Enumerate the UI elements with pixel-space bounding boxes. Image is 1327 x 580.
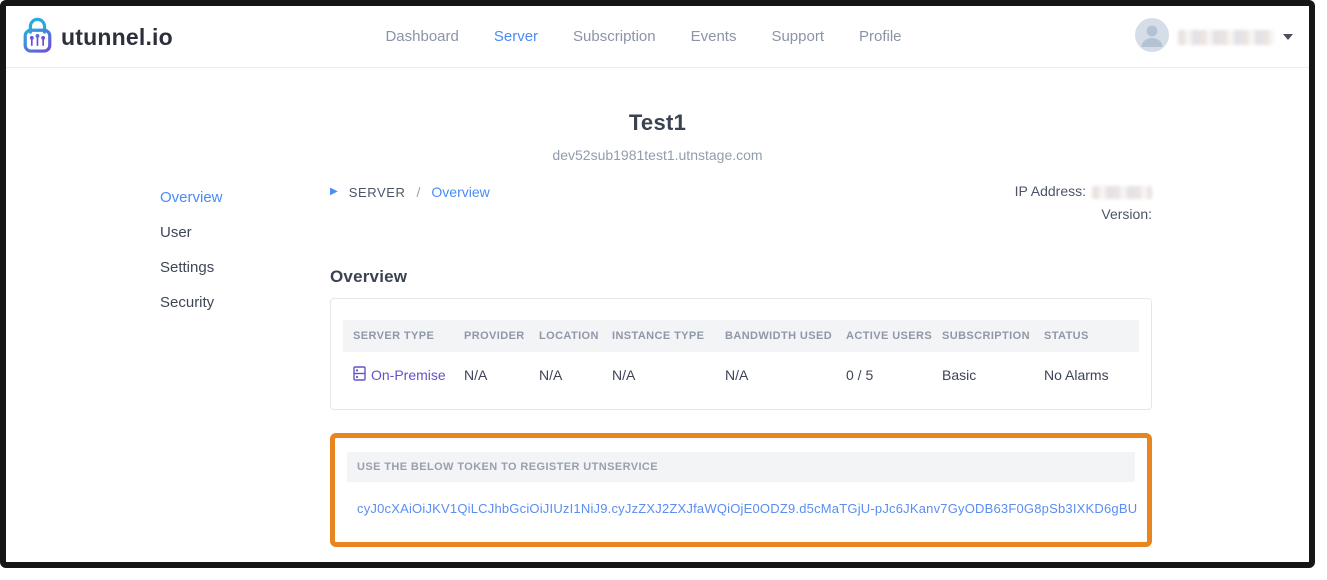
avatar — [1135, 18, 1169, 57]
location-value: N/A — [539, 367, 612, 383]
ip-address-row: IP Address: — [1015, 180, 1152, 203]
server-title-block: Test1 dev52sub1981test1.utnstage.com — [6, 110, 1309, 163]
col-active-users: ACTIVE USERS — [846, 330, 942, 342]
bandwidth-used-value: N/A — [725, 367, 846, 383]
breadcrumb-current[interactable]: Overview — [431, 184, 489, 200]
ip-address-redacted — [1092, 186, 1152, 199]
col-provider: PROVIDER — [464, 330, 539, 342]
overview-card: SERVER TYPE PROVIDER LOCATION INSTANCE T… — [330, 298, 1152, 410]
top-navbar: utunnel.io Dashboard Server Subscription… — [6, 6, 1309, 68]
user-menu[interactable] — [1135, 6, 1293, 68]
active-users-value: 0 / 5 — [846, 367, 942, 383]
instance-type-value: N/A — [612, 367, 725, 383]
overview-heading: Overview — [330, 267, 1152, 287]
breadcrumb: ▶ SERVER / Overview — [330, 184, 490, 200]
nav-support[interactable]: Support — [771, 28, 824, 45]
sidebar-item-user[interactable]: User — [160, 215, 310, 250]
col-server-type: SERVER TYPE — [353, 330, 464, 342]
nav-events[interactable]: Events — [691, 28, 737, 45]
breadcrumb-arrow-icon: ▶ — [330, 187, 338, 197]
sidebar-item-overview[interactable]: Overview — [160, 180, 310, 215]
ip-address-label: IP Address: — [1015, 183, 1086, 199]
server-type-value: On-Premise — [371, 367, 446, 383]
nav-dashboard[interactable]: Dashboard — [385, 28, 458, 45]
version-label: Version: — [1101, 206, 1152, 222]
server-rack-icon — [353, 366, 366, 384]
breadcrumb-section: SERVER — [349, 185, 406, 200]
utunnel-lock-icon — [20, 16, 54, 59]
app-window: utunnel.io Dashboard Server Subscription… — [0, 0, 1315, 568]
status-value: No Alarms — [1044, 367, 1129, 383]
caret-down-icon — [1283, 34, 1293, 40]
col-instance-type: INSTANCE TYPE — [612, 330, 725, 342]
col-status: STATUS — [1044, 330, 1129, 342]
brand-logo[interactable]: utunnel.io — [20, 6, 173, 68]
col-location: LOCATION — [539, 330, 612, 342]
nav-subscription[interactable]: Subscription — [573, 28, 656, 45]
server-type-cell[interactable]: On-Premise — [353, 366, 464, 384]
sidebar-item-settings[interactable]: Settings — [160, 250, 310, 285]
token-box: USE THE BELOW TOKEN TO REGISTER UTNSERVI… — [330, 433, 1152, 547]
col-subscription: SUBSCRIPTION — [942, 330, 1044, 342]
server-subdomain: dev52sub1981test1.utnstage.com — [6, 147, 1309, 163]
brand-name: utunnel.io — [61, 24, 173, 51]
provider-value: N/A — [464, 367, 539, 383]
table-row: On-Premise N/A N/A N/A N/A 0 / 5 Basic N… — [343, 352, 1139, 397]
registration-token[interactable]: cyJ0cXAiOiJKV1QiLCJhbGciOiJIUzI1NiJ9.cyJ… — [347, 501, 1135, 516]
col-bandwidth-used: BANDWIDTH USED — [725, 330, 846, 342]
table-header-row: SERVER TYPE PROVIDER LOCATION INSTANCE T… — [343, 320, 1139, 352]
server-info: IP Address: Version: — [1015, 180, 1152, 226]
nav-profile[interactable]: Profile — [859, 28, 902, 45]
main-content: ▶ SERVER / Overview IP Address: Version:… — [330, 180, 1152, 547]
nav-server[interactable]: Server — [494, 28, 538, 45]
sidebar-item-security[interactable]: Security — [160, 285, 310, 320]
page-title: Test1 — [6, 110, 1309, 136]
subscription-value: Basic — [942, 367, 1044, 383]
username-redacted — [1178, 30, 1274, 45]
version-row: Version: — [1015, 203, 1152, 226]
token-box-heading: USE THE BELOW TOKEN TO REGISTER UTNSERVI… — [347, 452, 1135, 482]
server-sidebar: Overview User Settings Security — [160, 180, 310, 320]
main-nav: Dashboard Server Subscription Events Sup… — [385, 28, 901, 45]
breadcrumb-separator: / — [417, 184, 421, 200]
